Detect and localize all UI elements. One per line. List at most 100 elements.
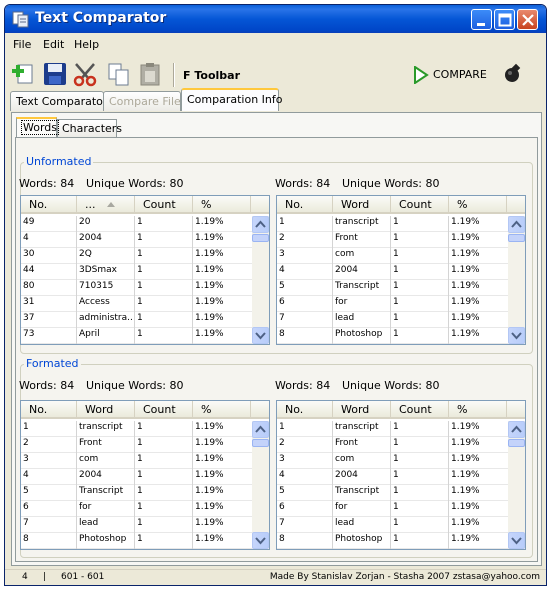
cell-no: 1 — [279, 217, 285, 227]
scroll-up-button[interactable] — [508, 216, 525, 233]
table-row[interactable]: 2 Front 1 1.19% — [21, 437, 252, 453]
table-row[interactable]: 1 transcript 1 1.19% — [21, 421, 252, 437]
table-row[interactable]: 7 lead 1 1.19% — [277, 517, 508, 533]
table-row[interactable]: 37 administra... 1 1.19% — [21, 312, 252, 328]
tab-text-comparator[interactable]: Text Comparator — [10, 91, 107, 111]
save-icon[interactable] — [42, 61, 68, 87]
table-row[interactable]: 3 com 1 1.19% — [21, 453, 252, 469]
table-row[interactable]: 30 2Q 1 1.19% — [21, 248, 252, 264]
scroll-down-button[interactable] — [252, 532, 269, 549]
tab-words[interactable]: Words — [16, 117, 60, 137]
table-row[interactable]: 4 2004 1 1.19% — [277, 469, 508, 485]
table-row[interactable]: 4 2004 1 1.19% — [21, 232, 252, 248]
column-header-no[interactable]: No. — [21, 196, 77, 214]
maximize-button[interactable] — [494, 9, 515, 30]
scroll-up-button[interactable] — [252, 421, 269, 438]
column-header-no[interactable]: No. — [277, 401, 333, 419]
cut-icon[interactable] — [72, 61, 98, 87]
chevron-up-icon — [511, 425, 522, 433]
table-row[interactable]: 4 2004 1 1.19% — [21, 469, 252, 485]
paste-icon[interactable] — [137, 61, 163, 87]
table-row[interactable]: 31 Access 1 1.19% — [21, 296, 252, 312]
table-row[interactable]: 8 Photoshop 1 1.19% — [277, 328, 508, 344]
menu-file[interactable]: File — [13, 38, 31, 51]
cell-count: 1 — [393, 297, 399, 307]
cell-no: 4 — [23, 233, 29, 243]
table-row[interactable]: 4 2004 1 1.19% — [277, 264, 508, 280]
cell-count: 1 — [137, 518, 143, 528]
table-row[interactable]: 2 Front 1 1.19% — [277, 232, 508, 248]
column-header-count[interactable]: Count — [391, 196, 449, 214]
title-bar[interactable]: Text Comparator — [5, 5, 546, 33]
table-row[interactable]: 2 Front 1 1.19% — [277, 437, 508, 453]
table-row[interactable]: 49 20 1 1.19% — [21, 216, 252, 232]
column-header-count[interactable]: Count — [135, 401, 193, 419]
column-header-no[interactable]: No. — [277, 196, 333, 214]
scroll-down-button[interactable] — [252, 327, 269, 344]
table-row[interactable]: 7 lead 1 1.19% — [277, 312, 508, 328]
table-row[interactable]: 3 com 1 1.19% — [277, 453, 508, 469]
tab-comparation-info[interactable]: Comparation Info — [181, 88, 283, 111]
menu-edit[interactable]: Edit — [43, 38, 64, 51]
vertical-scrollbar[interactable] — [252, 421, 269, 549]
table-row[interactable]: 1 transcript 1 1.19% — [277, 216, 508, 232]
grid-line — [332, 312, 333, 328]
table-row[interactable]: 80 710315 1 1.19% — [21, 280, 252, 296]
vertical-scrollbar[interactable] — [252, 216, 269, 344]
new-icon[interactable] — [11, 61, 37, 87]
scroll-thumb[interactable] — [508, 439, 525, 447]
table-row[interactable]: 5 Transcript 1 1.19% — [277, 280, 508, 296]
column-header-count[interactable]: Count — [135, 196, 193, 214]
column-header-percent[interactable]: % — [449, 401, 507, 419]
column-header-word[interactable]: Word — [333, 401, 391, 419]
scroll-down-button[interactable] — [508, 327, 525, 344]
table-row[interactable]: 5 Transcript 1 1.19% — [277, 485, 508, 501]
exit-icon[interactable] — [501, 63, 523, 85]
words-count: Words: 84 — [19, 177, 75, 190]
column-header-count[interactable]: Count — [391, 401, 449, 419]
close-button[interactable] — [517, 9, 538, 30]
table-row[interactable]: 6 for 1 1.19% — [21, 501, 252, 517]
minimize-button[interactable] — [471, 9, 492, 30]
column-header-word[interactable]: ... — [77, 196, 135, 214]
vertical-scrollbar[interactable] — [508, 216, 525, 344]
table-row[interactable]: 3 com 1 1.19% — [277, 248, 508, 264]
cell-count: 1 — [393, 329, 399, 339]
tab-compare-files[interactable]: Compare Files — [103, 91, 187, 111]
status-range: 601 - 601 — [61, 572, 105, 582]
menu-help[interactable]: Help — [74, 38, 99, 51]
column-header-percent[interactable]: % — [193, 401, 251, 419]
scroll-up-button[interactable] — [508, 421, 525, 438]
column-header-percent[interactable]: % — [449, 196, 507, 214]
column-header-word[interactable]: Word — [333, 196, 391, 214]
compare-button[interactable]: COMPARE — [413, 63, 493, 87]
table-row[interactable]: 44 3DSmax 1 1.19% — [21, 264, 252, 280]
copy-icon[interactable] — [106, 61, 132, 87]
tab-label: Compare Files — [109, 95, 187, 108]
table-row[interactable]: 8 Photoshop 1 1.19% — [21, 533, 252, 549]
table-row[interactable]: 5 Transcript 1 1.19% — [21, 485, 252, 501]
scroll-up-button[interactable] — [252, 216, 269, 233]
cell-word: Transcript — [335, 281, 380, 291]
grid-line — [192, 421, 193, 437]
tab-characters[interactable]: Characters — [57, 119, 122, 137]
cell-count: 1 — [393, 534, 399, 544]
menu-bar: File Edit Help — [5, 35, 546, 55]
table-row[interactable]: 1 transcript 1 1.19% — [277, 421, 508, 437]
table-row[interactable]: 6 for 1 1.19% — [277, 296, 508, 312]
vertical-scrollbar[interactable] — [508, 421, 525, 549]
column-header-word[interactable]: Word — [77, 401, 135, 419]
scroll-down-button[interactable] — [508, 532, 525, 549]
column-header-percent[interactable]: % — [193, 196, 251, 214]
grid-line — [332, 216, 333, 232]
table-row[interactable]: 8 Photoshop 1 1.19% — [277, 533, 508, 549]
column-header-no[interactable]: No. — [21, 401, 77, 419]
grid-line — [448, 232, 449, 248]
table-row[interactable]: 7 lead 1 1.19% — [21, 517, 252, 533]
scroll-thumb[interactable] — [252, 234, 269, 242]
table-row[interactable]: 6 for 1 1.19% — [277, 501, 508, 517]
scroll-thumb[interactable] — [508, 234, 525, 242]
table-row[interactable]: 73 April 1 1.19% — [21, 328, 252, 344]
grid-line — [76, 469, 77, 485]
scroll-thumb[interactable] — [252, 439, 269, 447]
